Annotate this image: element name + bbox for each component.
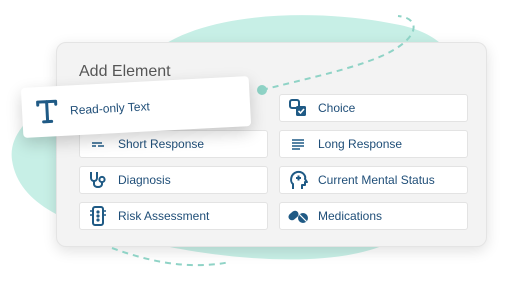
element-long-response-button[interactable]: Long Response bbox=[279, 130, 468, 158]
element-current-mental-status-button[interactable]: Current Mental Status bbox=[279, 166, 468, 194]
element-risk-assessment-button[interactable]: Risk Assessment bbox=[79, 202, 268, 230]
element-label: Current Mental Status bbox=[318, 173, 435, 187]
stethoscope-icon bbox=[84, 169, 112, 191]
element-medications-button[interactable]: Medications bbox=[279, 202, 468, 230]
element-label: Diagnosis bbox=[118, 173, 171, 187]
panel-title: Add Element bbox=[79, 63, 171, 80]
element-label: Long Response bbox=[318, 137, 403, 151]
element-label: Short Response bbox=[118, 137, 205, 151]
element-label: Medications bbox=[318, 209, 383, 223]
head-brain-icon bbox=[284, 169, 312, 191]
text-t-icon bbox=[31, 97, 62, 127]
element-short-response-button[interactable]: Short Response bbox=[79, 130, 268, 158]
element-label: Choice bbox=[318, 101, 356, 115]
dragging-label: Read-only Text bbox=[69, 99, 151, 118]
pills-icon bbox=[284, 206, 312, 226]
traffic-light-icon bbox=[84, 205, 112, 227]
add-element-panel: Add Element Choice Short Response Long R… bbox=[56, 42, 487, 247]
short-response-icon bbox=[84, 134, 112, 154]
element-label: Risk Assessment bbox=[118, 209, 210, 223]
long-response-icon bbox=[284, 134, 312, 154]
element-diagnosis-button[interactable]: Diagnosis bbox=[79, 166, 268, 194]
element-choice-button[interactable]: Choice bbox=[279, 94, 468, 122]
choice-checkbox-icon bbox=[284, 98, 312, 118]
